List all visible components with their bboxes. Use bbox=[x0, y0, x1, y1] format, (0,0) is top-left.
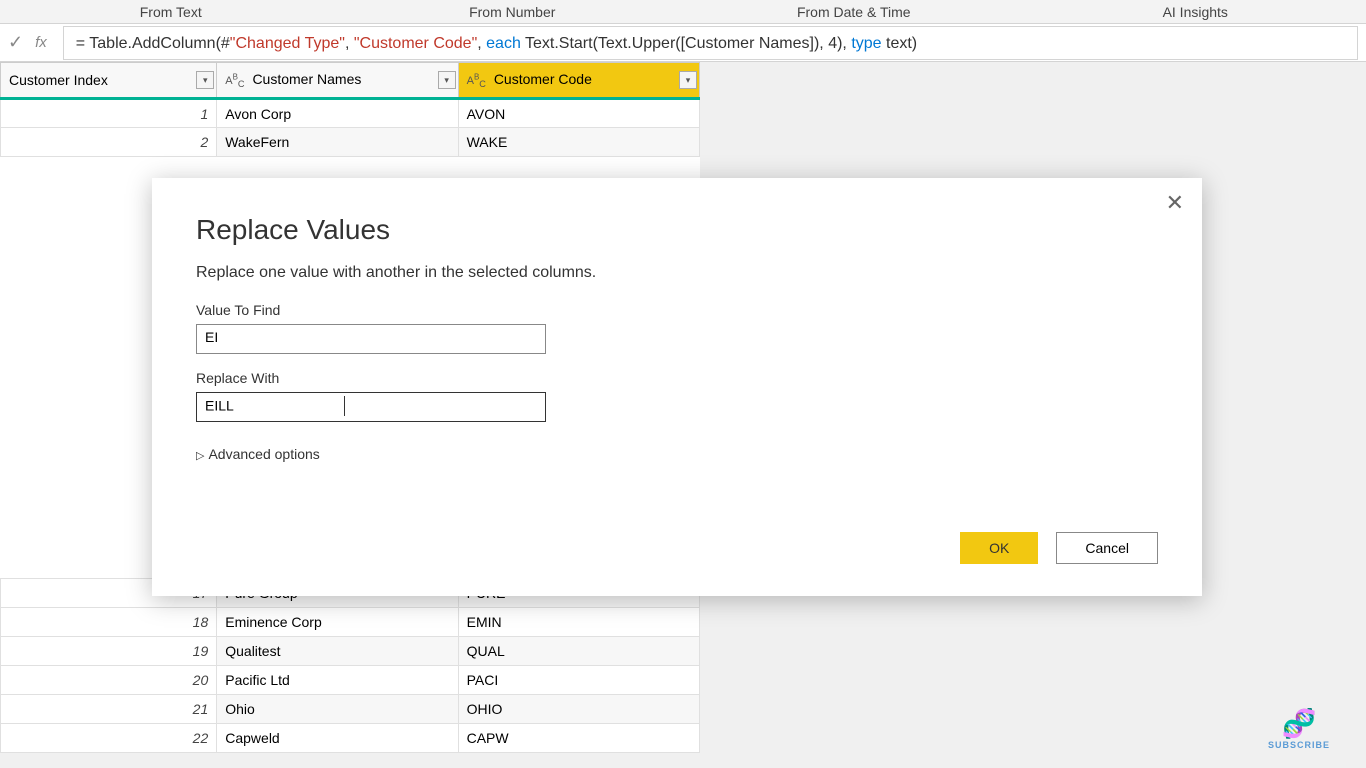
cell-index: 18 bbox=[1, 608, 217, 637]
table-row[interactable]: 1Avon CorpAVON bbox=[1, 99, 700, 128]
text-type-icon: ABC bbox=[225, 75, 244, 87]
cell-name: Pacific Ltd bbox=[217, 666, 458, 695]
column-header-customer-code[interactable]: ABC Customer Code ▾ bbox=[458, 63, 699, 99]
subscribe-badge[interactable]: 🧬 SUBSCRIBE bbox=[1268, 707, 1330, 750]
chevron-right-icon: ▷ bbox=[196, 450, 204, 462]
ok-button[interactable]: OK bbox=[960, 532, 1038, 564]
cell-code: EMIN bbox=[458, 608, 699, 637]
formula-text: = Table.AddColumn(#"Changed Type", "Cust… bbox=[76, 35, 917, 52]
cell-index: 22 bbox=[1, 724, 217, 753]
dna-icon: 🧬 bbox=[1268, 707, 1330, 740]
column-header-customer-index[interactable]: Customer Index ▾ bbox=[1, 63, 217, 99]
table-row[interactable]: 18Eminence CorpEMIN bbox=[1, 608, 700, 637]
formula-input[interactable]: = Table.AddColumn(#"Changed Type", "Cust… bbox=[63, 26, 1358, 60]
text-cursor-icon bbox=[344, 396, 345, 416]
cell-name: Ohio bbox=[217, 695, 458, 724]
table-row[interactable]: 2WakeFernWAKE bbox=[1, 128, 700, 157]
cell-name: WakeFern bbox=[217, 128, 458, 157]
cell-index: 2 bbox=[1, 128, 217, 157]
column-header-customer-names[interactable]: ABC Customer Names ▾ bbox=[217, 63, 458, 99]
column-header-label: Customer Code bbox=[494, 71, 592, 87]
ribbon-tab-from-number[interactable]: From Number bbox=[342, 2, 684, 22]
dialog-description: Replace one value with another in the se… bbox=[196, 264, 1158, 282]
cell-index: 21 bbox=[1, 695, 217, 724]
cell-name: Qualitest bbox=[217, 637, 458, 666]
cancel-button[interactable]: Cancel bbox=[1056, 532, 1158, 564]
cell-code: AVON bbox=[458, 99, 699, 128]
subscribe-label: SUBSCRIBE bbox=[1268, 740, 1330, 750]
column-header-label: Customer Names bbox=[252, 71, 361, 87]
cell-index: 19 bbox=[1, 637, 217, 666]
ribbon-tabs: From Text From Number From Date & Time A… bbox=[0, 0, 1366, 24]
column-header-label: Customer Index bbox=[9, 72, 108, 88]
cell-code: PACI bbox=[458, 666, 699, 695]
fx-icon[interactable]: fx bbox=[35, 34, 47, 51]
replace-with-label: Replace With bbox=[196, 370, 1158, 386]
cell-name: Avon Corp bbox=[217, 99, 458, 128]
advanced-options-label: Advanced options bbox=[208, 446, 319, 462]
table-row[interactable]: 22CapweldCAPW bbox=[1, 724, 700, 753]
value-to-find-input[interactable]: EI bbox=[196, 324, 546, 354]
value-to-find-label: Value To Find bbox=[196, 302, 1158, 318]
cell-code: CAPW bbox=[458, 724, 699, 753]
dialog-buttons: OK Cancel bbox=[960, 532, 1158, 564]
cell-index: 1 bbox=[1, 99, 217, 128]
ribbon-tab-ai-insights[interactable]: AI Insights bbox=[1025, 2, 1366, 22]
text-type-icon: ABC bbox=[467, 75, 486, 87]
cell-code: WAKE bbox=[458, 128, 699, 157]
cell-name: Eminence Corp bbox=[217, 608, 458, 637]
filter-dropdown-icon[interactable]: ▾ bbox=[438, 71, 456, 89]
table-row[interactable]: 21OhioOHIO bbox=[1, 695, 700, 724]
cell-index: 20 bbox=[1, 666, 217, 695]
cell-code: OHIO bbox=[458, 695, 699, 724]
ribbon-tab-from-datetime[interactable]: From Date & Time bbox=[683, 2, 1025, 22]
check-icon[interactable]: ✓ bbox=[8, 32, 23, 53]
filter-dropdown-icon[interactable]: ▾ bbox=[196, 71, 214, 89]
cell-code: QUAL bbox=[458, 637, 699, 666]
replace-with-input[interactable]: EILL bbox=[196, 392, 546, 422]
cell-name: Capweld bbox=[217, 724, 458, 753]
dialog-title: Replace Values bbox=[196, 214, 1158, 246]
filter-dropdown-icon[interactable]: ▾ bbox=[679, 71, 697, 89]
ribbon-tab-from-text[interactable]: From Text bbox=[0, 2, 342, 22]
table-row[interactable]: 20Pacific LtdPACI bbox=[1, 666, 700, 695]
table-row[interactable]: 19QualitestQUAL bbox=[1, 637, 700, 666]
replace-values-dialog: ✕ Replace Values Replace one value with … bbox=[152, 178, 1202, 596]
input-value: EI bbox=[205, 329, 218, 345]
formula-bar: ✓ fx = Table.AddColumn(#"Changed Type", … bbox=[0, 24, 1366, 62]
advanced-options-toggle[interactable]: ▷ Advanced options bbox=[196, 446, 1158, 462]
close-icon[interactable]: ✕ bbox=[1166, 190, 1184, 216]
input-value: EILL bbox=[205, 398, 234, 414]
